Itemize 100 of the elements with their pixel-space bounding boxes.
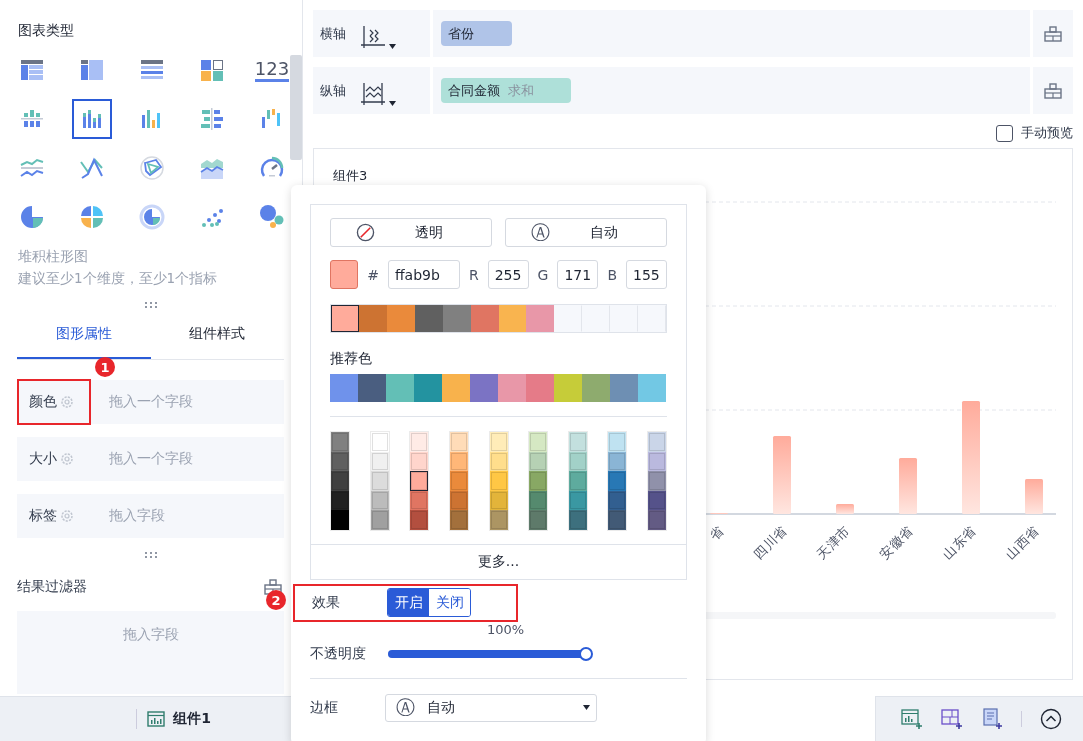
number-input[interactable]: 171 bbox=[557, 260, 599, 289]
color-swatch[interactable] bbox=[370, 490, 389, 510]
color-swatch[interactable] bbox=[638, 374, 666, 402]
number-input[interactable]: 155 bbox=[626, 260, 667, 289]
number-input[interactable]: 255 bbox=[487, 260, 529, 289]
color-swatch[interactable] bbox=[554, 374, 582, 402]
color-swatch[interactable] bbox=[449, 471, 468, 491]
color-swatch[interactable] bbox=[489, 451, 508, 471]
color-swatch[interactable] bbox=[608, 490, 627, 510]
drag-handle-icon[interactable] bbox=[144, 552, 158, 558]
field-pill[interactable]: 合同金额 求和 bbox=[441, 78, 571, 103]
color-swatch[interactable] bbox=[648, 451, 666, 471]
field-drop-area[interactable]: 省份 bbox=[433, 10, 1030, 57]
color-swatch[interactable] bbox=[568, 451, 587, 471]
property-row[interactable]: 颜色 拖入一个字段 bbox=[17, 380, 284, 424]
color-swatch[interactable] bbox=[648, 471, 666, 491]
add-document-icon[interactable] bbox=[981, 708, 1003, 730]
color-swatch[interactable] bbox=[489, 510, 508, 530]
color-swatch[interactable] bbox=[414, 374, 442, 402]
color-swatch[interactable] bbox=[370, 432, 389, 452]
color-swatch[interactable] bbox=[370, 510, 389, 530]
color-swatch[interactable] bbox=[529, 451, 548, 471]
settings-icon[interactable] bbox=[60, 452, 74, 466]
color-swatch[interactable] bbox=[410, 471, 429, 491]
color-swatch[interactable] bbox=[648, 490, 666, 510]
color-swatch[interactable] bbox=[331, 490, 349, 510]
color-swatch[interactable] bbox=[610, 374, 638, 402]
color-swatch[interactable] bbox=[489, 490, 508, 510]
color-swatch[interactable] bbox=[449, 451, 468, 471]
color-swatch[interactable] bbox=[358, 305, 387, 332]
color-swatch[interactable] bbox=[568, 510, 587, 530]
color-swatch[interactable] bbox=[370, 471, 389, 491]
toggle-option[interactable]: 开启 bbox=[388, 589, 429, 616]
color-swatch[interactable] bbox=[489, 432, 508, 452]
color-swatch[interactable] bbox=[608, 432, 627, 452]
field-drop-area[interactable]: 合同金额 求和 bbox=[433, 67, 1030, 114]
color-swatch[interactable] bbox=[331, 432, 349, 452]
scrollbar[interactable] bbox=[290, 55, 302, 160]
axis-type-icon[interactable] bbox=[360, 24, 386, 49]
color-swatch[interactable] bbox=[648, 510, 666, 530]
briefcase-icon[interactable] bbox=[1044, 82, 1062, 99]
briefcase-icon[interactable] bbox=[264, 579, 282, 595]
axis-type-icon[interactable] bbox=[360, 81, 386, 106]
color-swatch[interactable] bbox=[330, 374, 358, 402]
color-swatch[interactable] bbox=[331, 451, 349, 471]
settings-icon[interactable] bbox=[60, 509, 74, 523]
color-swatch[interactable] bbox=[582, 374, 610, 402]
color-swatch[interactable] bbox=[449, 490, 468, 510]
briefcase-icon[interactable] bbox=[1044, 25, 1062, 42]
color-swatch[interactable] bbox=[526, 374, 554, 402]
color-swatch[interactable] bbox=[331, 471, 349, 491]
color-swatch[interactable] bbox=[414, 305, 443, 332]
field-pill[interactable]: 省份 bbox=[441, 21, 512, 46]
color-swatch[interactable] bbox=[489, 471, 508, 491]
color-swatch[interactable] bbox=[529, 490, 548, 510]
color-swatch[interactable] bbox=[331, 510, 349, 530]
checkbox[interactable] bbox=[996, 124, 1013, 142]
chevron-up-icon[interactable] bbox=[1040, 708, 1062, 730]
caret-icon[interactable] bbox=[389, 43, 396, 49]
color-swatch[interactable] bbox=[470, 305, 499, 332]
color-swatch[interactable] bbox=[386, 305, 415, 332]
color-swatch[interactable] bbox=[608, 451, 627, 471]
add-chart-icon[interactable] bbox=[901, 708, 923, 730]
settings-icon[interactable] bbox=[60, 395, 74, 409]
color-swatch[interactable] bbox=[442, 374, 470, 402]
color-swatch[interactable] bbox=[442, 305, 471, 332]
property-row[interactable]: 标签 拖入字段 bbox=[17, 494, 284, 538]
color-swatch[interactable] bbox=[410, 510, 429, 530]
slider-thumb[interactable] bbox=[579, 646, 593, 661]
component-tab[interactable]: 组件1 bbox=[136, 709, 217, 729]
chart-type-option[interactable] bbox=[72, 99, 112, 139]
property-row[interactable]: 大小 拖入一个字段 bbox=[17, 437, 284, 481]
color-swatch[interactable] bbox=[526, 305, 555, 332]
color-swatch[interactable] bbox=[568, 490, 587, 510]
color-swatch[interactable] bbox=[568, 432, 587, 452]
color-swatch[interactable] bbox=[386, 374, 414, 402]
border-dropdown[interactable]: Ⓐ 自动 bbox=[385, 693, 597, 722]
color-swatch[interactable] bbox=[449, 510, 468, 530]
color-swatch[interactable] bbox=[529, 471, 548, 491]
tab[interactable]: 组件样式 bbox=[150, 310, 284, 359]
add-grid-icon[interactable] bbox=[941, 708, 963, 730]
color-swatch[interactable] bbox=[410, 490, 429, 510]
color-swatch[interactable] bbox=[529, 510, 548, 530]
color-swatch[interactable] bbox=[331, 305, 359, 332]
color-swatch[interactable] bbox=[568, 471, 587, 491]
color-swatch[interactable] bbox=[498, 305, 527, 332]
color-swatch[interactable] bbox=[470, 374, 498, 402]
color-swatch[interactable] bbox=[529, 432, 548, 452]
transparent-button[interactable]: 透明 bbox=[330, 218, 492, 247]
color-swatch[interactable] bbox=[648, 432, 666, 452]
color-swatch[interactable] bbox=[358, 374, 386, 402]
color-swatch[interactable] bbox=[608, 510, 627, 530]
auto-button[interactable]: Ⓐ 自动 bbox=[505, 218, 667, 247]
color-swatch[interactable] bbox=[370, 451, 389, 471]
color-swatch[interactable] bbox=[608, 471, 627, 491]
color-swatch[interactable] bbox=[410, 432, 429, 452]
color-swatch[interactable] bbox=[410, 451, 429, 471]
color-swatch[interactable] bbox=[498, 374, 526, 402]
hex-input[interactable]: ffab9b bbox=[387, 260, 460, 289]
caret-icon[interactable] bbox=[389, 100, 396, 106]
